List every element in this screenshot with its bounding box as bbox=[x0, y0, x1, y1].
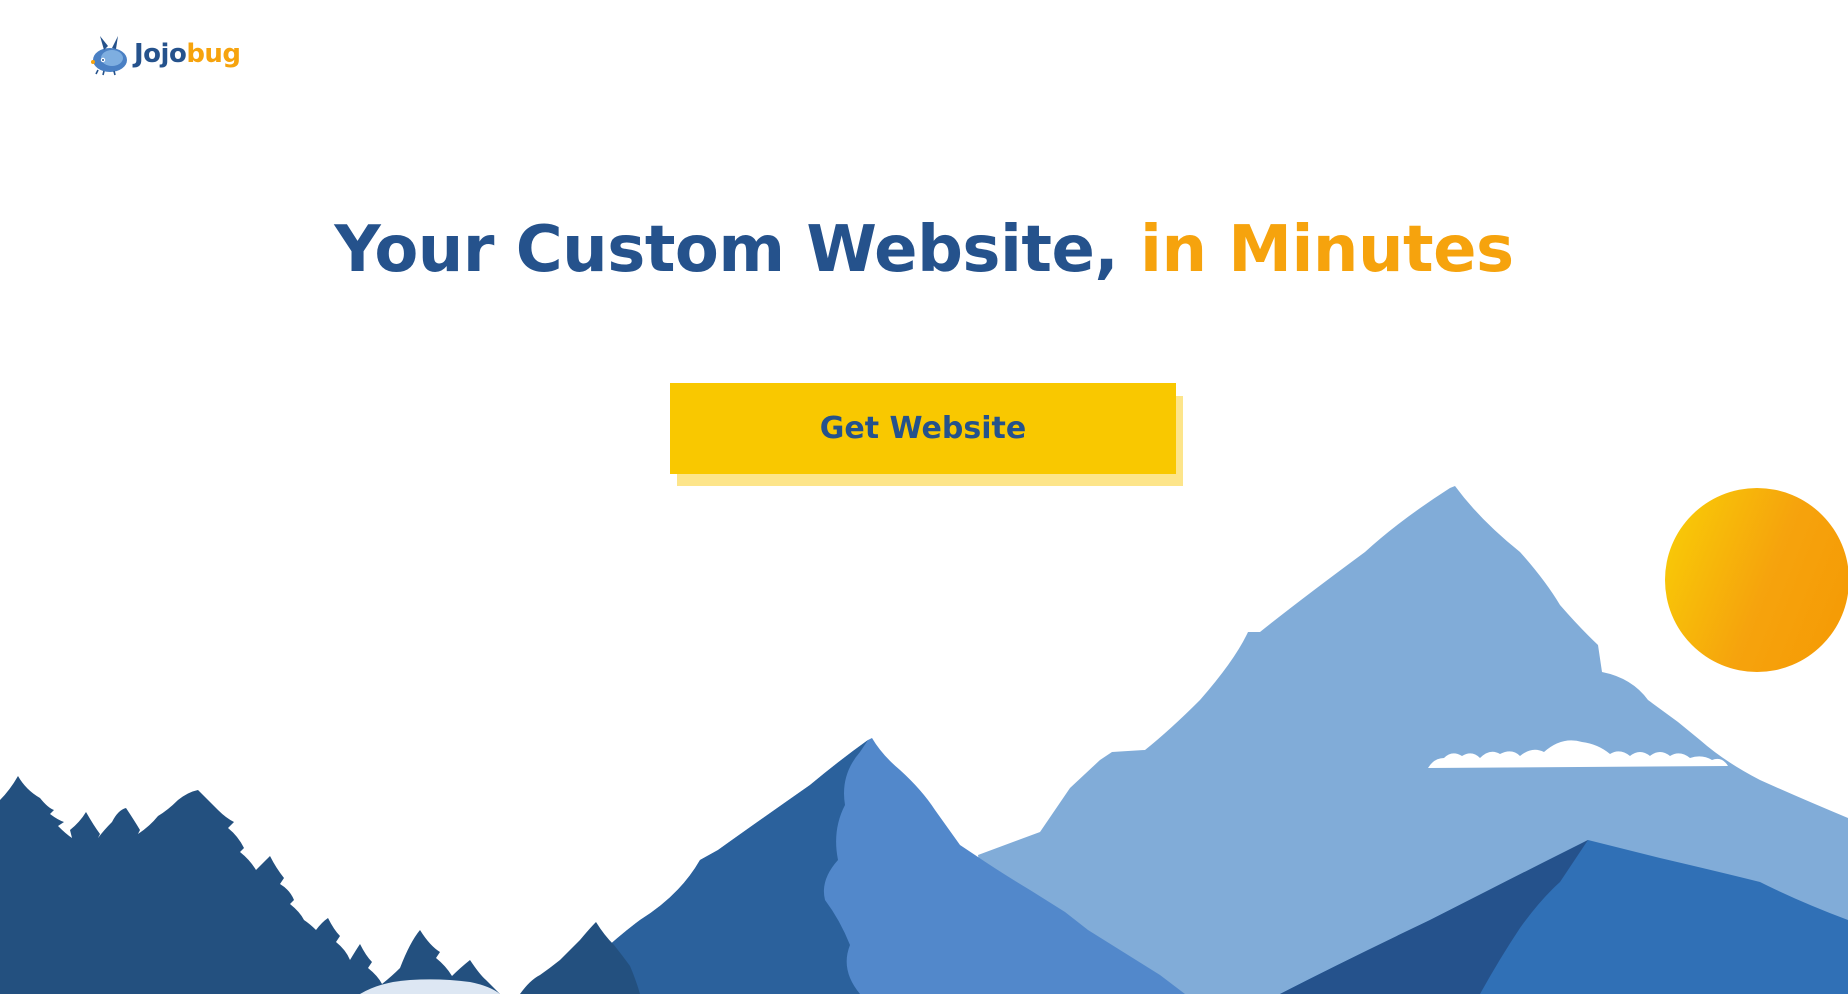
mountain-landscape-illustration bbox=[0, 486, 1848, 994]
front-right-mountain-shadow bbox=[1280, 840, 1588, 994]
hero-title-highlight: in Minutes bbox=[1140, 213, 1514, 287]
front-right-mountain bbox=[1280, 840, 1848, 994]
hero-title-part1: Your Custom Website, bbox=[334, 213, 1141, 287]
brand-logo-link[interactable]: Jojobug bbox=[90, 32, 241, 76]
middle-mountain-shadow bbox=[560, 740, 868, 994]
brand-name-part1: Jojo bbox=[134, 39, 187, 69]
brand-wordmark: Jojobug bbox=[134, 41, 241, 67]
middle-mountain bbox=[560, 738, 1185, 994]
hero-title: Your Custom Website, in Minutes bbox=[0, 212, 1848, 288]
forest-clearing bbox=[360, 979, 500, 994]
cloud-shape bbox=[1428, 740, 1728, 768]
large-mountain bbox=[978, 486, 1848, 994]
brand-name-part2: bug bbox=[186, 39, 241, 69]
jojobug-mascot-icon bbox=[91, 36, 127, 76]
forest bbox=[0, 776, 640, 994]
get-website-button[interactable]: Get Website bbox=[670, 383, 1176, 474]
sun-icon bbox=[1665, 488, 1848, 672]
